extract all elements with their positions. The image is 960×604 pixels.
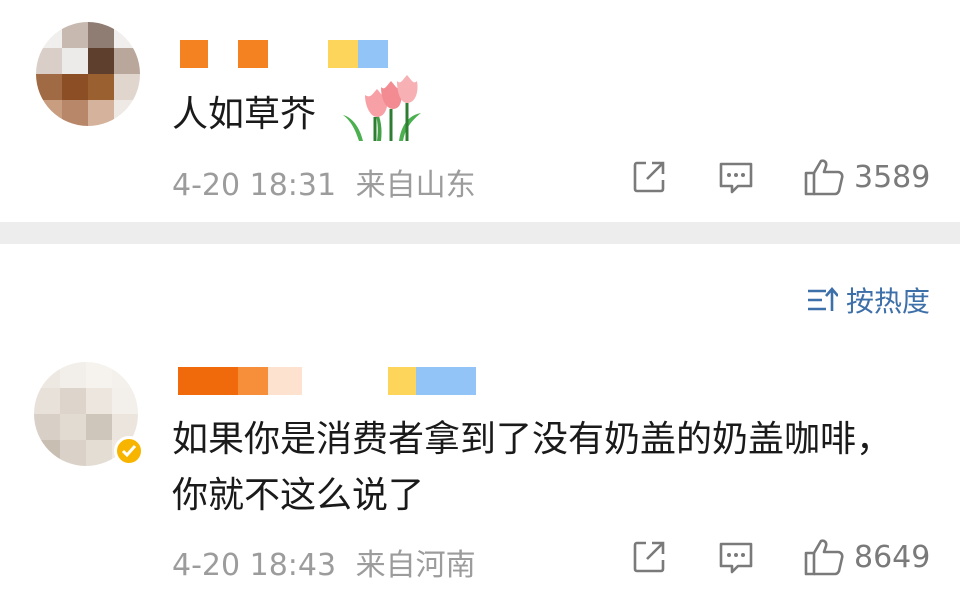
comment-text: 如果你是消费者拿到了没有奶盖的奶盖咖啡， 你就不这么说了 [172,419,893,516]
avatar[interactable] [36,22,140,126]
thumbs-up-icon [804,159,844,196]
section-divider [0,222,960,244]
comment-time: 4-20 18:31 [172,168,337,203]
tulip-emoji-icon [341,73,425,159]
check-icon [121,445,137,458]
like-button[interactable]: 3589 [804,158,930,196]
share-button[interactable] [632,160,666,194]
comment-location: 来自山东 [355,168,476,203]
sort-by-hot-button[interactable]: 按热度 [806,280,930,320]
comment-icon [719,542,753,574]
reply-button[interactable] [718,160,754,196]
like-button[interactable]: 8649 [804,538,930,576]
username-redacted[interactable] [180,40,420,68]
verified-badge [114,436,144,466]
comment-icon [719,162,753,194]
comment-time: 4-20 18:43 [172,548,337,583]
comment-meta: 4-20 18:43 来自河南 [172,540,476,584]
share-button[interactable] [632,540,666,574]
thumbs-up-icon [804,539,844,576]
sort-icon [807,287,838,311]
sort-label: 按热度 [845,285,930,318]
share-icon [633,161,665,193]
username-redacted[interactable] [178,367,478,395]
comment-item: 如果你是消费者拿到了没有奶盖的奶盖咖啡， 你就不这么说了 4-20 18:43 … [0,350,960,604]
comment-meta: 4-20 18:31 来自山东 [172,160,476,204]
like-count: 3589 [854,159,931,195]
share-icon [633,541,665,573]
comment-text: 人如草芥 [172,73,425,159]
comment-item: 人如草芥 4-20 18:31 来自山东 3589 [0,0,960,222]
like-count: 8649 [854,539,931,575]
reply-button[interactable] [718,540,754,576]
comment-location: 来自河南 [355,548,476,583]
